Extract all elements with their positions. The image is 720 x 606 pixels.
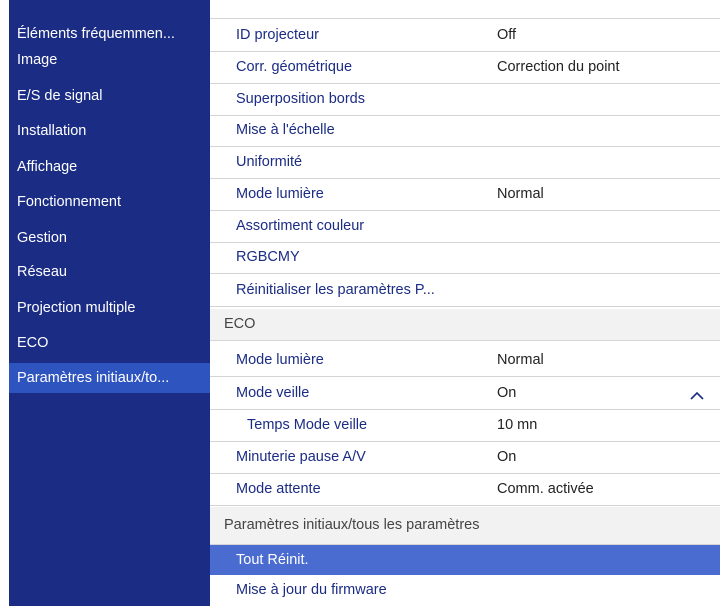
- row-label: Uniformité: [236, 154, 303, 170]
- row-uniformite[interactable]: Uniformité: [210, 147, 720, 179]
- row-mise-a-echelle[interactable]: Mise à l'échelle: [210, 115, 720, 147]
- row-label: Superposition bords: [236, 91, 365, 107]
- section-title: ECO: [224, 316, 256, 332]
- row-label: Mise à l'échelle: [236, 122, 335, 138]
- row-label: Minuterie pause A/V: [236, 449, 366, 465]
- row-label: Mode lumière: [236, 352, 324, 368]
- row-label: ID projecteur: [236, 27, 320, 43]
- row-eco-mode-lumiere[interactable]: Mode lumière Normal: [210, 345, 720, 377]
- row-value: Comm. activée: [497, 481, 594, 497]
- row-value: Normal: [497, 352, 544, 368]
- row-id-projecteur[interactable]: ID projecteur Off: [210, 20, 720, 52]
- sidebar-item-eco[interactable]: ECO: [9, 328, 210, 358]
- row-reinitialiser-parametres[interactable]: Réinitialiser les paramètres P...: [210, 275, 720, 307]
- row-label: Mode attente: [236, 481, 321, 497]
- row-value: On: [497, 385, 517, 401]
- row-label: Temps Mode veille: [247, 417, 368, 433]
- sidebar-item-image[interactable]: Image: [9, 45, 210, 75]
- section-header-eco: ECO: [210, 309, 720, 341]
- sidebar-item-es-de-signal[interactable]: E/S de signal: [9, 81, 210, 111]
- row-mode-attente[interactable]: Mode attente Comm. activée: [210, 474, 720, 506]
- row-label: Tout Réinit.: [236, 552, 309, 568]
- row-rgbcmy[interactable]: RGBCMY: [210, 242, 720, 274]
- sidebar-item-reseau[interactable]: Réseau: [9, 257, 210, 287]
- row-value: Normal: [497, 186, 544, 202]
- sidebar-item-affichage[interactable]: Affichage: [9, 152, 210, 182]
- sidebar-item-parametres-initiaux[interactable]: Paramètres initiaux/to...: [9, 363, 210, 393]
- row-value: 10 mn: [497, 417, 538, 433]
- row-mode-veille[interactable]: Mode veille On: [210, 378, 720, 410]
- sidebar-item-fonctionnement[interactable]: Fonctionnement: [9, 187, 210, 217]
- row-temps-mode-veille[interactable]: Temps Mode veille 10 mn: [210, 410, 720, 442]
- row-label: Mode veille: [236, 385, 310, 401]
- row-assortiment-couleur[interactable]: Assortiment couleur: [210, 211, 720, 243]
- row-tout-reinit[interactable]: Tout Réinit.: [210, 545, 720, 575]
- section-header-parametres-initiaux: Paramètres initiaux/tous les paramètres: [210, 507, 720, 545]
- row-label: Mise à jour du firmware: [236, 582, 387, 598]
- row-corr-geometrique[interactable]: Corr. géométrique Correction du point: [210, 52, 720, 84]
- row-superposition-bords[interactable]: Superposition bords: [210, 84, 720, 116]
- row-minuterie-pause[interactable]: Minuterie pause A/V On: [210, 442, 720, 474]
- row-value: On: [497, 449, 517, 465]
- settings-panel: ID projecteur Off Corr. géométrique Corr…: [210, 0, 720, 606]
- chevron-up-icon[interactable]: [690, 391, 704, 401]
- row-mode-lumiere[interactable]: Mode lumière Normal: [210, 179, 720, 211]
- sidebar-item-projection-multiple[interactable]: Projection multiple: [9, 293, 210, 323]
- row-label: Réinitialiser les paramètres P...: [236, 282, 435, 298]
- cut-off-row: [210, 0, 720, 19]
- row-label: RGBCMY: [236, 249, 300, 265]
- sidebar-item-gestion[interactable]: Gestion: [9, 223, 210, 253]
- row-mise-a-jour-firmware[interactable]: Mise à jour du firmware: [210, 575, 720, 606]
- row-label: Corr. géométrique: [236, 59, 353, 75]
- row-value: Correction du point: [497, 59, 620, 75]
- row-label: Assortiment couleur: [236, 218, 365, 234]
- row-value: Off: [497, 27, 517, 43]
- sidebar-item-installation[interactable]: Installation: [9, 116, 210, 146]
- sidebar-menu: Éléments fréquemmen... Image E/S de sign…: [9, 0, 210, 606]
- section-title: Paramètres initiaux/tous les paramètres: [224, 517, 480, 533]
- row-label: Mode lumière: [236, 186, 324, 202]
